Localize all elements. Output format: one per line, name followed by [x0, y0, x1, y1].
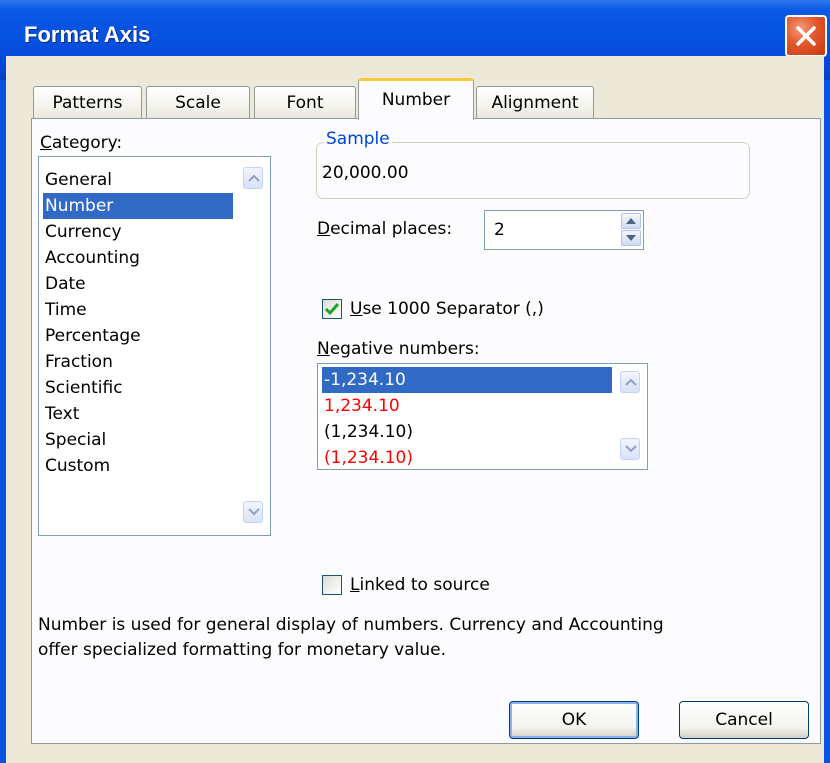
format-axis-window: Format Axis Patterns Scale Font Number A…	[0, 0, 830, 763]
negative-number-option[interactable]: (1,234.10)	[322, 419, 612, 445]
negative-numbers-list[interactable]: -1,234.10 1,234.10 (1,234.10) (1,234.10)	[317, 363, 648, 470]
close-icon	[796, 26, 816, 46]
tab-number[interactable]: Number	[358, 78, 474, 120]
category-item-currency[interactable]: Currency	[43, 219, 233, 245]
use-1000-separator-checkbox[interactable]	[322, 299, 342, 319]
ok-button[interactable]: OK	[509, 701, 639, 739]
arrow-up-icon	[626, 218, 636, 224]
negative-numbers-label: Negative numbers:	[317, 339, 480, 359]
negative-number-option[interactable]: -1,234.10	[322, 367, 612, 393]
category-item-accounting[interactable]: Accounting	[43, 245, 233, 271]
tab-number-label: Number	[381, 90, 451, 110]
negative-scroll-down-button[interactable]	[620, 438, 640, 460]
tab-scale[interactable]: Scale	[146, 86, 250, 119]
linked-to-source-label: Linked to source	[350, 575, 490, 595]
tab-patterns[interactable]: Patterns	[33, 86, 142, 119]
category-label: Category:	[40, 133, 123, 153]
tab-alignment-label: Alignment	[491, 93, 579, 113]
sample-label: Sample	[324, 129, 392, 149]
dialog-body: Patterns Scale Font Number Alignment Cat…	[6, 56, 824, 763]
close-button[interactable]	[785, 15, 827, 57]
chevron-down-icon	[625, 445, 637, 453]
tab-patterns-label: Patterns	[52, 93, 123, 113]
description-line-2: offer specialized formatting for monetar…	[38, 640, 447, 660]
window-title: Format Axis	[24, 22, 151, 47]
category-list[interactable]: General Number Currency Accounting Date Time P…	[38, 156, 271, 536]
tab-font-label: Font	[286, 93, 324, 113]
sample-value: 20,000.00	[322, 163, 409, 183]
tab-scale-label: Scale	[175, 93, 221, 113]
cancel-button[interactable]: Cancel	[679, 701, 809, 739]
category-item-date[interactable]: Date	[43, 271, 233, 297]
decimal-places-label: Decimal places:	[317, 219, 453, 239]
tab-font[interactable]: Font	[254, 86, 356, 119]
chevron-down-icon	[248, 508, 260, 516]
spinner-up-button[interactable]	[621, 213, 641, 229]
category-item-percentage[interactable]: Percentage	[43, 323, 233, 349]
category-item-scientific[interactable]: Scientific	[43, 375, 233, 401]
tab-alignment[interactable]: Alignment	[476, 86, 594, 119]
category-item-special[interactable]: Special	[43, 427, 233, 453]
negative-number-option[interactable]: (1,234.10)	[322, 445, 612, 471]
category-item-number[interactable]: Number	[43, 193, 233, 219]
linked-to-source-checkbox[interactable]	[322, 575, 342, 595]
checkmark-icon	[324, 303, 340, 316]
use-1000-separator-label: Use 1000 Separator (,)	[350, 299, 544, 319]
category-scroll-down-button[interactable]	[243, 501, 263, 523]
category-item-time[interactable]: Time	[43, 297, 233, 323]
chevron-up-icon	[248, 174, 260, 182]
description-line-1: Number is used for general display of nu…	[38, 615, 664, 635]
number-tab-panel: Category: General Number Currency Accountin…	[31, 118, 821, 744]
arrow-down-icon	[626, 235, 636, 241]
category-item-custom[interactable]: Custom	[43, 453, 233, 479]
category-item-general[interactable]: General	[43, 167, 233, 193]
spinner-down-button[interactable]	[621, 230, 641, 246]
decimal-places-spinner[interactable]: 2	[484, 210, 644, 250]
category-item-text[interactable]: Text	[43, 401, 233, 427]
chevron-up-icon	[625, 378, 637, 386]
negative-number-option[interactable]: 1,234.10	[322, 393, 612, 419]
decimal-places-value: 2	[494, 220, 505, 240]
negative-scroll-up-button[interactable]	[620, 371, 640, 393]
category-scroll-up-button[interactable]	[243, 167, 263, 189]
category-item-fraction[interactable]: Fraction	[43, 349, 233, 375]
